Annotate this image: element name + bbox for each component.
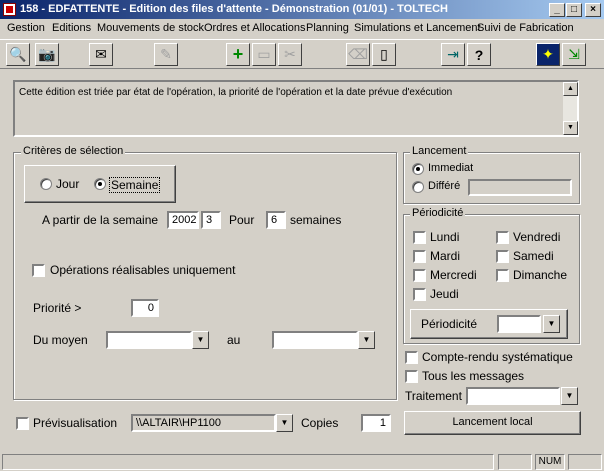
ops-checkbox[interactable] — [32, 264, 45, 277]
title-bar: 158 - EDFATTENTE - Edition des files d'a… — [0, 0, 604, 19]
camera-icon[interactable]: 📷 — [35, 43, 59, 66]
minimize-button[interactable]: _ — [549, 3, 565, 17]
scroll-down-icon[interactable]: ▼ — [563, 121, 578, 135]
new-page-icon[interactable]: ▯ — [372, 43, 396, 66]
au-label: au — [227, 333, 241, 347]
lancement-group — [403, 152, 580, 204]
dimanche-checkbox[interactable] — [496, 269, 509, 282]
differe-input[interactable] — [468, 179, 572, 196]
periodicite-button-label[interactable]: Périodicité — [421, 317, 477, 331]
jeudi-label: Jeudi — [430, 287, 459, 301]
mercredi-label: Mercredi — [430, 268, 477, 282]
au-input[interactable] — [272, 331, 358, 349]
du-moyen-label: Du moyen — [33, 333, 88, 347]
mercredi-checkbox[interactable] — [413, 269, 426, 282]
copies-label: Copies — [301, 416, 339, 430]
semaine-label: Semaine — [109, 177, 161, 193]
differe-radio[interactable] — [412, 181, 424, 193]
week-input[interactable]: 3 — [201, 211, 221, 229]
jeudi-checkbox[interactable] — [413, 288, 426, 301]
toolbar: 🔍 📷 ✉ ✎ + ▭ ✂ ⌫ ▯ ⇥ ? ✦ ⇲ — [0, 39, 604, 69]
status-bar: NUM — [0, 452, 604, 471]
app-icon — [3, 3, 16, 16]
previsu-label: Prévisualisation — [33, 416, 118, 430]
periodicite-input[interactable] — [497, 315, 541, 333]
description-box: Cette édition est triée par état de l'op… — [13, 80, 579, 137]
close-button[interactable]: × — [585, 3, 601, 17]
edit-icon[interactable]: ✎ — [154, 43, 178, 66]
description-text: Cette édition est triée par état de l'op… — [19, 87, 453, 98]
mail-icon[interactable]: ✉ — [89, 43, 113, 66]
lundi-checkbox[interactable] — [413, 231, 426, 244]
au-dropdown-icon[interactable]: ▼ — [358, 331, 375, 349]
menu-planning[interactable]: Planning — [306, 19, 349, 38]
printer-input[interactable]: \\ALTAIR\HP1100 — [131, 414, 276, 432]
previsu-checkbox[interactable] — [16, 417, 29, 430]
wizard-icon[interactable]: ✦ — [536, 43, 560, 66]
mardi-label: Mardi — [430, 249, 461, 263]
tous-messages-checkbox[interactable] — [405, 370, 418, 383]
scroll-up-icon[interactable]: ▲ — [563, 82, 578, 96]
status-panel-main — [2, 454, 494, 470]
vendredi-label: Vendredi — [513, 230, 561, 244]
samedi-label: Samedi — [513, 249, 554, 263]
cut-icon[interactable]: ✂ — [278, 43, 302, 66]
criteres-title: Critères de sélection — [21, 145, 126, 157]
compte-rendu-checkbox[interactable] — [405, 351, 418, 364]
tous-messages-label: Tous les messages — [422, 369, 525, 383]
status-panel-empty — [498, 454, 532, 470]
immediat-radio[interactable] — [412, 163, 424, 175]
count-input[interactable]: 6 — [266, 211, 286, 229]
samedi-checkbox[interactable] — [496, 250, 509, 263]
periodicite-title: Périodicité — [410, 207, 466, 219]
exit-icon[interactable]: ⇲ — [562, 43, 586, 66]
traitement-label: Traitement — [405, 389, 462, 403]
preview-icon[interactable]: 🔍 — [6, 43, 30, 66]
traitement-input[interactable] — [466, 387, 560, 405]
lundi-label: Lundi — [430, 230, 460, 244]
lancement-local-button[interactable]: Lancement local — [404, 411, 581, 435]
menu-suivi[interactable]: Suivi de Fabrication — [477, 19, 574, 38]
semaines-label: semaines — [290, 213, 342, 227]
du-moyen-input[interactable] — [106, 331, 192, 349]
jour-radio[interactable] — [40, 178, 52, 190]
pour-label: Pour — [229, 213, 255, 227]
jour-label: Jour — [56, 177, 80, 191]
lancement-title: Lancement — [410, 145, 469, 157]
export-icon[interactable]: ⇥ — [441, 43, 465, 66]
menu-gestion[interactable]: Gestion — [7, 19, 45, 38]
traitement-dropdown-icon[interactable]: ▼ — [561, 387, 578, 405]
semaine-radio[interactable] — [94, 178, 106, 190]
menu-ordres[interactable]: Ordres et Allocations — [204, 19, 306, 38]
apartir-label: A partir de la semaine — [42, 213, 159, 227]
dimanche-label: Dimanche — [513, 268, 568, 282]
status-panel-end — [568, 454, 602, 470]
periodicite-dropdown-icon[interactable]: ▼ — [543, 315, 560, 333]
mardi-checkbox[interactable] — [413, 250, 426, 263]
window-title: 158 - EDFATTENTE - Edition des files d'a… — [20, 3, 449, 15]
menu-mouvements[interactable]: Mouvements de stock — [97, 19, 204, 38]
du-moyen-dropdown-icon[interactable]: ▼ — [192, 331, 209, 349]
status-num: NUM — [535, 454, 565, 470]
copies-input[interactable]: 1 — [361, 414, 391, 432]
printer-dropdown-icon[interactable]: ▼ — [276, 414, 293, 432]
ops-label: Opérations réalisables uniquement — [50, 263, 236, 277]
help-icon[interactable]: ? — [467, 43, 491, 66]
year-input[interactable]: 2002 — [167, 211, 199, 229]
eraser-icon[interactable]: ⌫ — [346, 43, 370, 66]
save-icon[interactable]: ▭ — [252, 43, 276, 66]
add-icon[interactable]: + — [226, 43, 250, 66]
compte-rendu-label: Compte-rendu systématique — [422, 350, 573, 364]
description-scrollbar[interactable]: ▲ ▼ — [562, 82, 578, 135]
priorite-label: Priorité > — [33, 301, 82, 315]
priorite-input[interactable]: 0 — [131, 299, 159, 317]
differe-label: Différé — [428, 180, 461, 192]
menu-editions[interactable]: Editions — [52, 19, 91, 38]
maximize-button[interactable]: □ — [566, 3, 582, 17]
menu-bar: Gestion Editions Mouvements de stock Ord… — [0, 19, 604, 38]
immediat-label: Immediat — [428, 162, 474, 174]
vendredi-checkbox[interactable] — [496, 231, 509, 244]
menu-simulations[interactable]: Simulations et Lancement — [354, 19, 481, 38]
